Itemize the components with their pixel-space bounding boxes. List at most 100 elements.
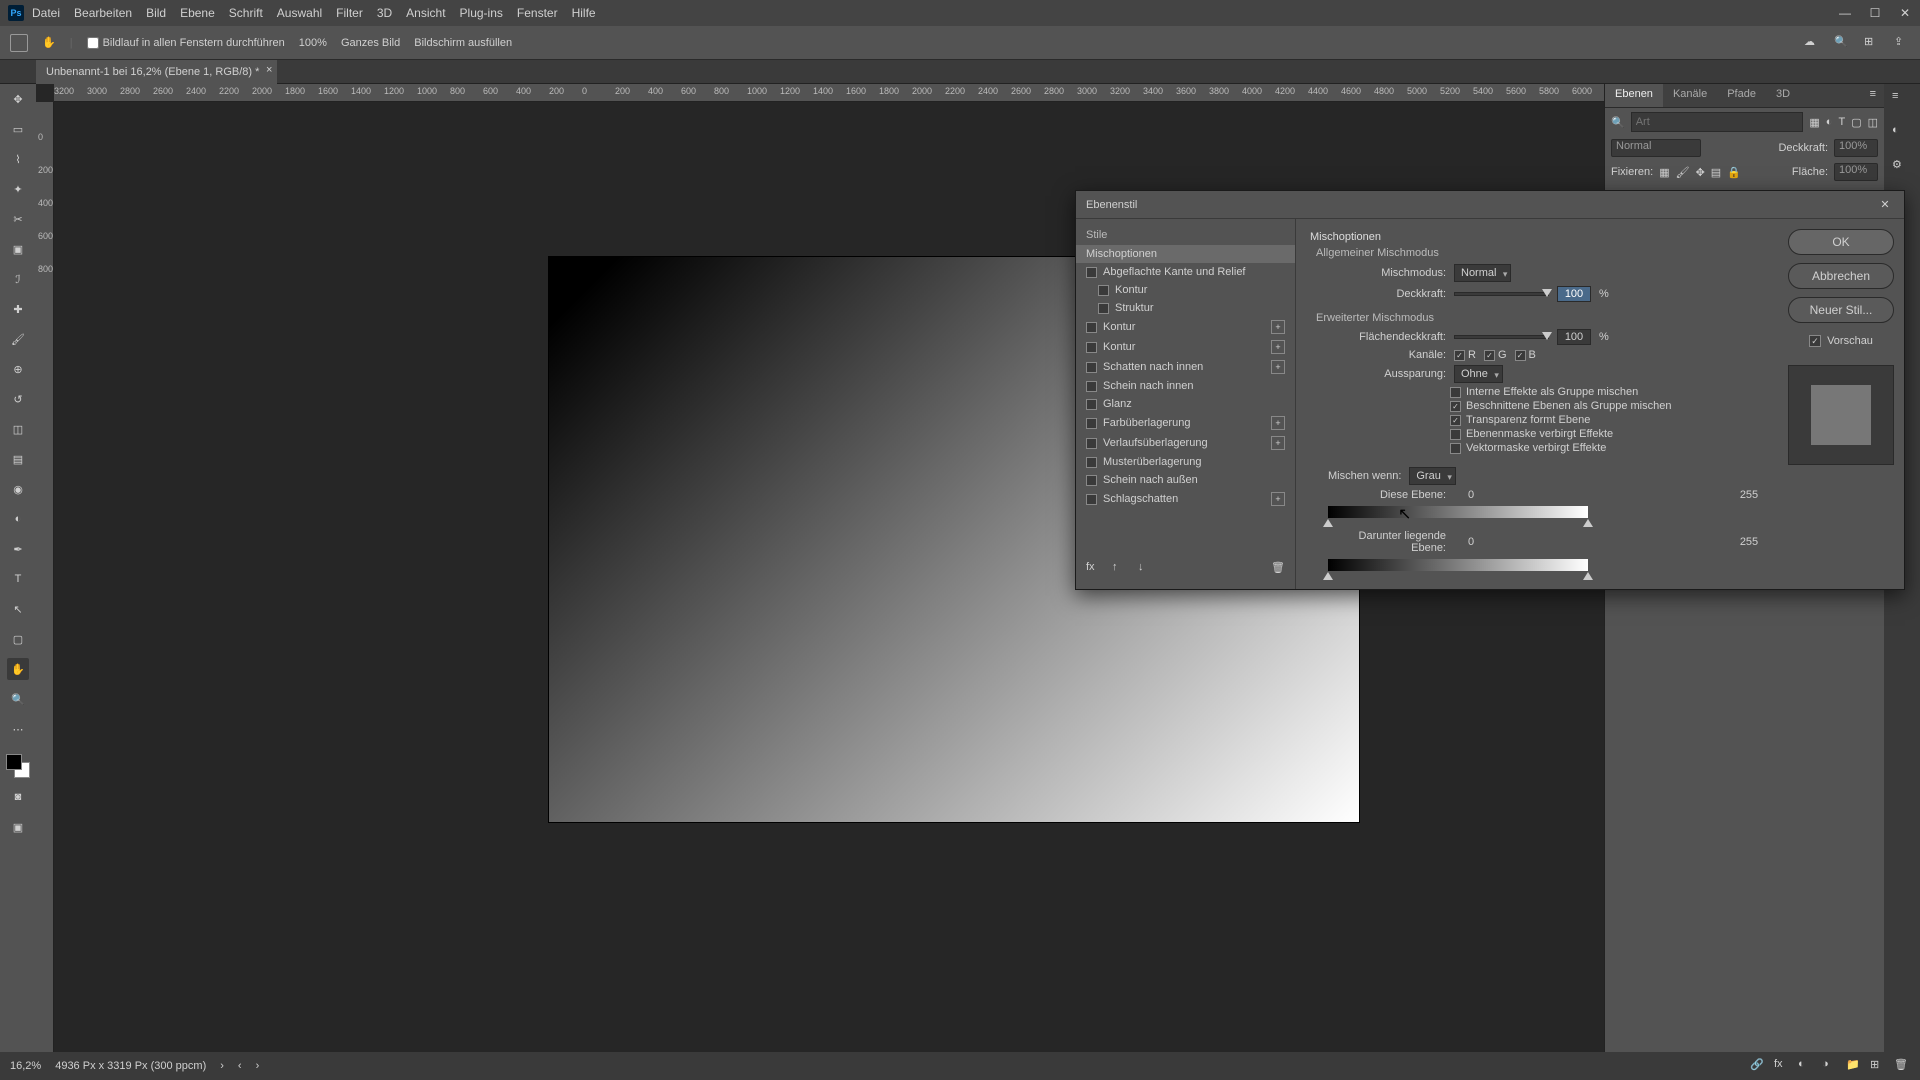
menu-3d[interactable]: 3D	[377, 6, 392, 20]
link-icon[interactable]: 🔗	[1750, 1058, 1766, 1074]
delete-icon[interactable]: 🗑	[1894, 1058, 1910, 1074]
style-row[interactable]: Kontur+	[1076, 337, 1295, 357]
dialog-close-icon[interactable]: ✕	[1876, 196, 1894, 214]
style-row[interactable]: Schlagschatten+	[1076, 489, 1295, 509]
style-row[interactable]: Abgeflachte Kante und Relief	[1076, 263, 1295, 281]
shape-tool-icon[interactable]: ▢	[7, 628, 29, 650]
style-row[interactable]: Struktur	[1076, 299, 1295, 317]
document-tab[interactable]: Unbenannt-1 bei 16,2% (Ebene 1, RGB/8) *…	[36, 60, 277, 84]
advanced-checkbox[interactable]: Transparenz formt Ebene	[1310, 413, 1764, 427]
preview-checkbox-box[interactable]	[1809, 335, 1821, 347]
close-tab-icon[interactable]: ×	[266, 64, 272, 76]
style-row[interactable]: Musterüberlagerung	[1076, 453, 1295, 471]
dodge-tool-icon[interactable]: ◐	[7, 508, 29, 530]
checkbox-box[interactable]	[1450, 429, 1461, 440]
zoom-level[interactable]: 100%	[299, 37, 327, 49]
fg-color-swatch[interactable]	[6, 754, 22, 770]
style-checkbox[interactable]	[1086, 418, 1097, 429]
style-row[interactable]: Schein nach innen	[1076, 377, 1295, 395]
style-checkbox[interactable]	[1086, 475, 1097, 486]
status-arrow-icon[interactable]: ›	[220, 1060, 224, 1072]
checkbox-box[interactable]	[1450, 443, 1461, 454]
trash-icon[interactable]: 🗑	[1271, 561, 1285, 575]
hand-tool-icon[interactable]: ✋	[7, 658, 29, 680]
tab-channels[interactable]: Kanäle	[1663, 84, 1717, 107]
layer-filter-input[interactable]	[1631, 112, 1804, 132]
fill-value[interactable]: 100%	[1834, 163, 1878, 181]
menu-layer[interactable]: Ebene	[180, 6, 215, 20]
fx-menu-icon[interactable]: fx	[1086, 561, 1100, 575]
wand-tool-icon[interactable]: ✦	[7, 178, 29, 200]
adjustment-layer-icon[interactable]: ◑	[1822, 1058, 1838, 1074]
blur-tool-icon[interactable]: ◉	[7, 478, 29, 500]
style-row[interactable]: Schein nach außen	[1076, 471, 1295, 489]
opacity-value[interactable]: 100%	[1834, 139, 1878, 157]
filter-shape-icon[interactable]: ▢	[1851, 116, 1861, 129]
style-row[interactable]: Farbüberlagerung+	[1076, 413, 1295, 433]
brush-tool-icon[interactable]: 🖌	[7, 328, 29, 350]
menu-help[interactable]: Hilfe	[572, 6, 596, 20]
style-checkbox[interactable]	[1086, 362, 1097, 373]
add-effect-icon[interactable]: +	[1271, 320, 1285, 334]
checkbox-box[interactable]	[1450, 415, 1461, 426]
style-row[interactable]: Kontur	[1076, 281, 1295, 299]
advanced-checkbox[interactable]: Ebenenmaske verbirgt Effekte	[1310, 427, 1764, 441]
zoom-tool-icon[interactable]: 🔍	[7, 688, 29, 710]
filter-adjust-icon[interactable]: ◐	[1826, 116, 1833, 129]
channel-b-checkbox[interactable]: B	[1515, 349, 1536, 361]
dialog-title-bar[interactable]: Ebenenstil ✕	[1076, 191, 1904, 219]
filter-pixel-icon[interactable]: ▦	[1809, 116, 1819, 129]
style-row[interactable]: Mischoptionen	[1076, 245, 1295, 263]
type-tool-icon[interactable]: T	[7, 568, 29, 590]
checkbox-box[interactable]	[1450, 387, 1461, 398]
blendmode-select[interactable]: Normal	[1454, 264, 1511, 282]
share-icon[interactable]: ⇪	[1894, 35, 1910, 51]
menu-type[interactable]: Schrift	[229, 6, 263, 20]
layers-icon[interactable]: ≡	[1892, 90, 1912, 110]
blendif-select[interactable]: Grau	[1409, 467, 1455, 485]
channel-r-checkbox[interactable]: R	[1454, 349, 1476, 361]
eraser-tool-icon[interactable]: ◫	[7, 418, 29, 440]
blend-mode-select[interactable]: Normal	[1611, 139, 1701, 157]
advanced-checkbox[interactable]: Interne Effekte als Gruppe mischen	[1310, 385, 1764, 399]
adjustments-icon[interactable]: ◐	[1892, 124, 1912, 144]
this-layer-slider[interactable]	[1328, 506, 1588, 518]
add-effect-icon[interactable]: +	[1271, 492, 1285, 506]
move-down-icon[interactable]: ↓	[1138, 561, 1152, 575]
menu-file[interactable]: Datei	[32, 6, 60, 20]
checkbox-box[interactable]	[1450, 401, 1461, 412]
menu-image[interactable]: Bild	[146, 6, 166, 20]
new-style-button[interactable]: Neuer Stil...	[1788, 297, 1894, 323]
mask-icon[interactable]: ◐	[1798, 1058, 1814, 1074]
tab-3d[interactable]: 3D	[1766, 84, 1800, 107]
opacity-slider[interactable]	[1454, 292, 1549, 296]
advanced-checkbox[interactable]: Beschnittene Ebenen als Gruppe mischen	[1310, 399, 1764, 413]
path-tool-icon[interactable]: ↖	[7, 598, 29, 620]
menu-select[interactable]: Auswahl	[277, 6, 322, 20]
channel-g-checkbox[interactable]: G	[1484, 349, 1507, 361]
scroll-all-checkbox-box[interactable]	[87, 37, 99, 49]
minimize-button[interactable]: —	[1830, 0, 1860, 26]
lock-artboard-icon[interactable]: ▤	[1711, 166, 1721, 179]
preview-checkbox[interactable]: Vorschau	[1788, 335, 1894, 347]
style-checkbox[interactable]	[1086, 381, 1097, 392]
style-checkbox[interactable]	[1086, 494, 1097, 505]
status-zoom[interactable]: 16,2%	[10, 1060, 41, 1072]
add-effect-icon[interactable]: +	[1271, 360, 1285, 374]
workspace-icon[interactable]: ⊞	[1864, 35, 1880, 51]
style-checkbox[interactable]	[1086, 342, 1097, 353]
fill-screen-button[interactable]: Bildschirm ausfüllen	[414, 37, 512, 49]
pen-tool-icon[interactable]: ✒	[7, 538, 29, 560]
eyedropper-tool-icon[interactable]: ℐ	[7, 268, 29, 290]
fit-canvas-button[interactable]: Ganzes Bild	[341, 37, 400, 49]
menu-filter[interactable]: Filter	[336, 6, 363, 20]
more-tools-icon[interactable]: ⋯	[7, 718, 29, 740]
lock-all-icon[interactable]: 🔒	[1727, 166, 1741, 179]
scroll-all-checkbox[interactable]: Bildlauf in allen Fenstern durchführen	[87, 37, 285, 49]
under-layer-slider[interactable]	[1328, 559, 1588, 571]
quickmask-icon[interactable]: ◙	[7, 786, 29, 808]
healing-tool-icon[interactable]: ✚	[7, 298, 29, 320]
fx-icon[interactable]: fx	[1774, 1058, 1790, 1074]
fill-opacity-slider[interactable]	[1454, 335, 1549, 339]
add-effect-icon[interactable]: +	[1271, 340, 1285, 354]
